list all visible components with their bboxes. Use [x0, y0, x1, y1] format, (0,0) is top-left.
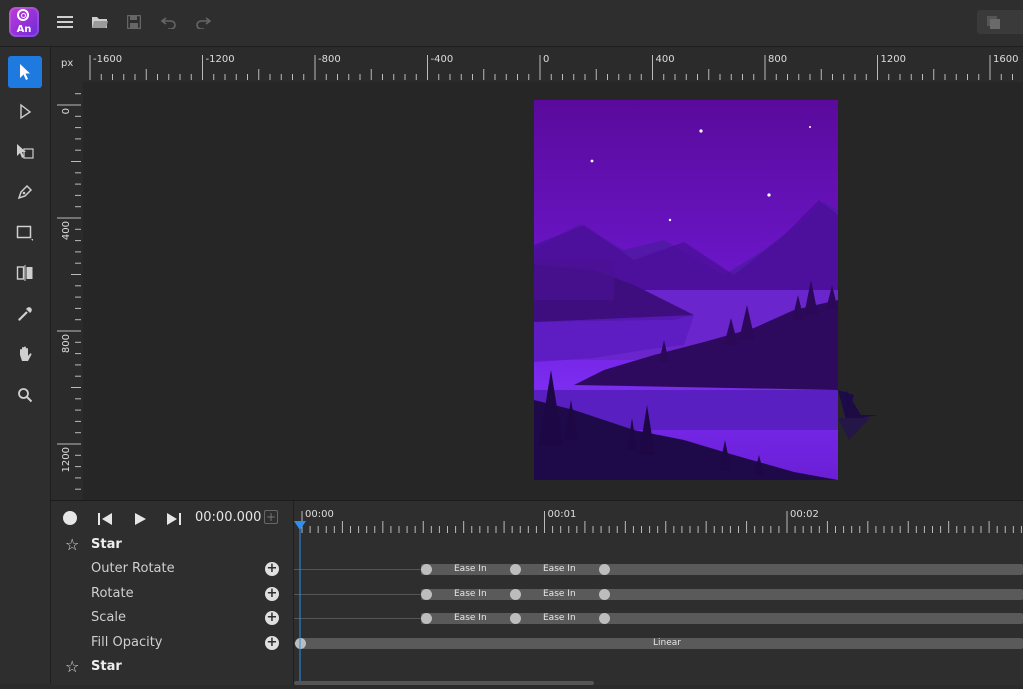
timeline-scrollbar[interactable] [294, 681, 594, 685]
ruler-label: 1200 [881, 54, 906, 65]
time-label: 00:00 [305, 509, 334, 520]
easing-label[interactable]: Ease In [543, 613, 576, 623]
add-keyframe-button[interactable]: + [265, 635, 279, 650]
playback-controls: 00:00.000 + [51, 501, 293, 535]
property-name: Fill Opacity [91, 634, 163, 650]
skip-to-start-icon[interactable] [97, 511, 113, 530]
skip-to-end-icon[interactable] [166, 511, 182, 530]
keyframe[interactable] [599, 588, 610, 600]
rectangle-icon [16, 225, 33, 241]
arrow-icon [20, 64, 30, 80]
easing-label[interactable]: Ease In [543, 564, 576, 574]
current-time: 00:00.000 [195, 510, 262, 525]
open-folder-icon[interactable] [90, 12, 110, 32]
easing-label[interactable]: Ease In [454, 613, 487, 623]
ruler-label: 400 [61, 221, 72, 240]
tool-panel [0, 47, 51, 684]
play-icon[interactable] [133, 511, 147, 530]
ruler-label: 0 [61, 108, 72, 114]
keyframe[interactable] [510, 588, 521, 600]
easing-label[interactable]: Ease In [454, 589, 487, 599]
app-logo: An [9, 7, 39, 37]
ruler-label: -400 [431, 54, 454, 65]
zoom-tool[interactable] [8, 379, 42, 411]
property-name: Rotate [91, 585, 134, 601]
add-keyframe-button[interactable]: + [265, 586, 279, 601]
redo-icon[interactable] [193, 12, 213, 32]
keyframe[interactable] [421, 588, 432, 600]
easing-label[interactable]: Ease In [454, 564, 487, 574]
mirror-icon [16, 265, 33, 281]
ruler-label: 800 [768, 54, 787, 65]
time-label: 00:01 [548, 509, 577, 520]
pen-icon [17, 184, 33, 200]
easing-label[interactable]: Linear [653, 638, 681, 648]
magnifier-icon [18, 388, 33, 403]
hand-icon [20, 346, 32, 361]
direct-select-tool[interactable] [8, 96, 42, 128]
horizontal-ruler: -1600 -1200 -800 -400 0 400 800 1200 1600 [51, 47, 1023, 82]
transform-tool[interactable] [8, 136, 42, 168]
add-keyframe-icon[interactable]: + [264, 510, 278, 524]
save-icon[interactable] [124, 12, 144, 32]
playhead[interactable] [294, 521, 306, 685]
time-label: 00:02 [790, 509, 819, 520]
artboard[interactable] [534, 100, 878, 480]
hand-tool[interactable] [8, 338, 42, 370]
undo-icon[interactable] [159, 12, 179, 32]
vertical-ruler: 0 400 800 1200 [51, 82, 83, 500]
eyedropper-tool[interactable] [8, 298, 42, 330]
ruler-unit: px [61, 58, 74, 69]
layer-name[interactable]: Star [91, 659, 122, 674]
layer-name[interactable]: Star [91, 537, 122, 552]
rectangle-tool[interactable] [8, 217, 42, 249]
property-name: Scale [91, 610, 126, 626]
add-keyframe-button[interactable]: + [265, 562, 279, 577]
pen-tool[interactable] [8, 176, 42, 208]
star-icon: ☆ [65, 535, 80, 554]
menu-icon[interactable] [55, 12, 75, 32]
property-name: Outer Rotate [91, 561, 175, 577]
add-keyframe-button[interactable]: + [265, 611, 279, 626]
top-toolbar: An [0, 0, 1023, 47]
eyedropper-icon [18, 307, 32, 321]
star-icon: ☆ [65, 657, 80, 676]
record-button[interactable] [63, 511, 77, 525]
transform-icon [17, 144, 34, 159]
ruler-label: 800 [61, 334, 72, 353]
mirror-tool[interactable] [8, 257, 42, 289]
ruler-label: 0 [543, 54, 549, 65]
ruler-label: 1200 [61, 447, 72, 472]
ruler-label: 400 [656, 54, 675, 65]
timeline-layer-list: ☆ Star Outer Rotate + Rotate + Scale + Fill Opac… [51, 535, 293, 685]
easing-label[interactable]: Ease In [543, 589, 576, 599]
layers-toggle-button[interactable] [977, 10, 1023, 34]
select-tool[interactable] [8, 56, 42, 88]
ruler-label: -1200 [206, 54, 235, 65]
ruler-label: 1600 [993, 54, 1018, 65]
ruler-label: -800 [318, 54, 341, 65]
timeline-panel: 00:00.000 + ☆ Star Outer Rotate + Rotate + Sca… [51, 500, 1023, 685]
ruler-label: -1600 [93, 54, 122, 65]
timeline-tracks[interactable]: 00:00 00:01 00:02 Ease In Ease In Ease In Eas… [294, 501, 1023, 685]
hollow-arrow-icon [20, 103, 32, 120]
